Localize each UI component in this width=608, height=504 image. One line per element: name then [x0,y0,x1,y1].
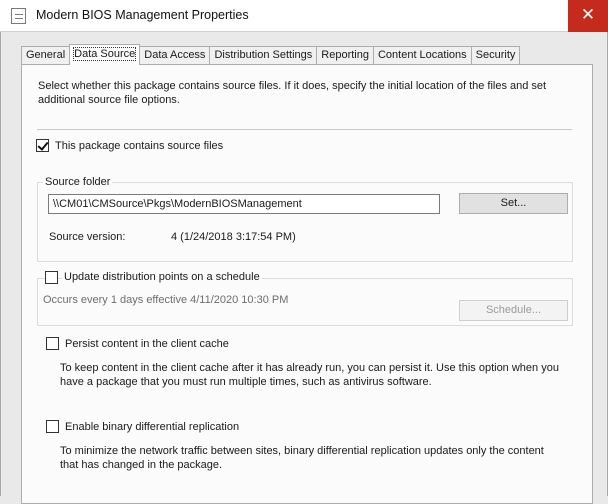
binary-replication-checkbox[interactable] [46,420,59,433]
contains-source-checkbox[interactable] [36,139,49,152]
tab-strip: General Data Source Data Access Distribu… [21,44,521,65]
window-title: Modern BIOS Management Properties [36,8,249,22]
tab-distribution-settings[interactable]: Distribution Settings [209,46,318,64]
title-bar: Modern BIOS Management Properties ✕ [0,0,608,32]
set-source-button[interactable]: Set... [459,193,568,214]
persist-cache-description: To keep content in the client cache afte… [60,362,559,388]
tab-content-locations[interactable]: Content Locations [372,46,472,64]
binary-replication-description: To minimize the network traffic between … [60,445,544,471]
close-button[interactable]: ✕ [568,0,608,32]
tab-security[interactable]: Security [470,46,521,64]
persist-cache-checkbox[interactable] [46,337,59,350]
update-schedule-checkbox[interactable] [45,271,58,284]
tab-general[interactable]: General [21,46,71,64]
intro-text: Select whether this package contains sou… [38,80,547,106]
tab-reporting[interactable]: Reporting [316,46,374,64]
contains-source-label: This package contains source files [55,140,224,152]
source-path-field[interactable]: \\CM01\CMSource\Pkgs\ModernBIOSManagemen… [48,194,440,214]
properties-window-icon [11,8,26,24]
source-version-value: 4 (1/24/2018 3:17:54 PM) [171,231,296,243]
schedule-description: Occurs every 1 days effective 4/11/2020 … [43,294,289,306]
schedule-button[interactable]: Schedule... [459,300,568,321]
tab-data-access[interactable]: Data Access [139,46,211,64]
source-version-label: Source version: [49,231,126,243]
binary-replication-label: Enable binary differential replication [65,421,240,433]
tab-data-source[interactable]: Data Source [69,44,141,65]
update-schedule-label: Update distribution points on a schedule [62,271,262,283]
source-folder-group-label: Source folder [43,176,113,188]
separator [37,129,572,130]
persist-cache-label: Persist content in the client cache [65,338,229,350]
